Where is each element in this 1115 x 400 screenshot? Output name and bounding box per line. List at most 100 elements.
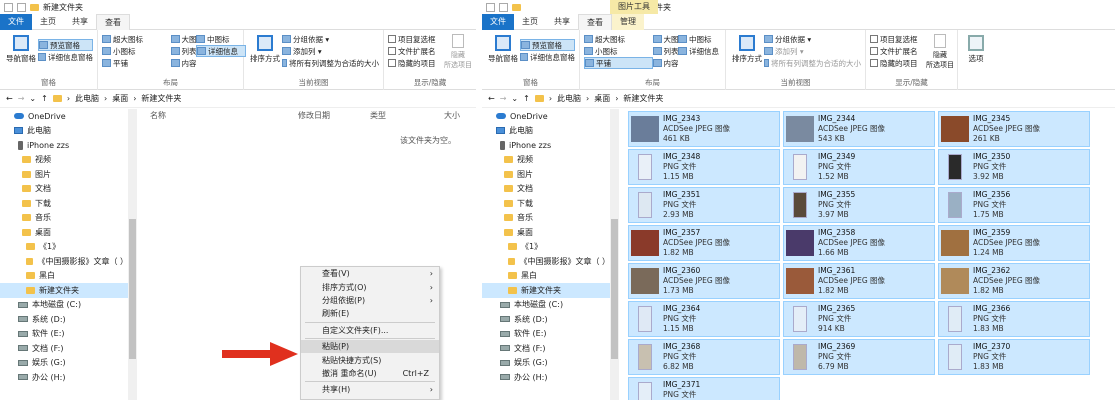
nav-item[interactable]: 下载 xyxy=(0,196,128,211)
nav-item[interactable]: 此电脑 xyxy=(482,124,610,139)
nav-item[interactable]: 软件 (E:) xyxy=(0,327,128,342)
file-tile[interactable]: IMG_2364 PNG 文件 1.15 MB xyxy=(628,301,780,337)
context-menu-item[interactable]: 查看(V) › xyxy=(301,267,439,280)
nav-item[interactable]: 办公 (H:) xyxy=(482,370,610,385)
nav-item[interactable]: 办公 (H:) xyxy=(0,370,128,385)
tab-file[interactable]: 文件 xyxy=(482,13,514,30)
up-icon[interactable]: ↑ xyxy=(41,94,48,103)
file-tile[interactable]: IMG_2345 ACDSee JPEG 图像 261 KB xyxy=(938,111,1090,147)
tab-file[interactable]: 文件 xyxy=(0,13,32,30)
nav-item[interactable]: 桌面 xyxy=(482,225,610,240)
nav-item[interactable]: 系统 (D:) xyxy=(482,312,610,327)
nav-item[interactable]: 《1》 xyxy=(482,240,610,255)
nav-item[interactable]: 本地磁盘 (C:) xyxy=(0,298,128,313)
file-tile[interactable]: IMG_2355 PNG 文件 3.97 MB xyxy=(783,187,935,223)
context-menu-item[interactable]: 共享(H) › xyxy=(301,383,439,396)
context-menu-item[interactable]: 刷新(E) xyxy=(301,307,439,320)
file-tile[interactable]: IMG_2368 PNG 文件 6.82 MB xyxy=(628,339,780,375)
layout-content[interactable]: 内容 xyxy=(170,57,240,69)
group-by-button[interactable]: 分组依据 ▾ xyxy=(282,33,379,45)
nav-item[interactable]: 视频 xyxy=(482,153,610,168)
hide-selected-button[interactable]: 隐藏 所选项目 xyxy=(926,34,954,70)
layout-small-icons[interactable]: 小图标 xyxy=(584,45,653,57)
layout-tiles[interactable]: 平铺 xyxy=(584,57,653,69)
sort-button[interactable]: 排序方式 xyxy=(248,33,282,64)
tab-home[interactable]: 主页 xyxy=(514,14,546,30)
column-date[interactable]: 修改日期 xyxy=(298,110,370,121)
back-icon[interactable]: ← xyxy=(488,94,495,103)
context-menu-item[interactable]: 分组依据(P) › xyxy=(301,294,439,307)
nav-scrollbar[interactable] xyxy=(128,109,137,400)
checkmark-icon[interactable] xyxy=(17,2,26,12)
nav-item[interactable]: OneDrive xyxy=(482,109,610,124)
nav-item[interactable]: 新建文件夹 xyxy=(482,283,610,298)
forward-icon[interactable]: → xyxy=(500,94,507,103)
nav-pane-button[interactable]: 导航窗格 xyxy=(4,33,38,64)
layout-medium-icons-btn[interactable]: 中图标 xyxy=(678,33,728,45)
details-pane-button[interactable]: 详细信息窗格 xyxy=(520,51,575,63)
checkmark-icon[interactable] xyxy=(499,2,508,12)
file-tile[interactable]: IMG_2356 PNG 文件 1.75 MB xyxy=(938,187,1090,223)
file-tile[interactable]: IMG_2365 PNG 文件 914 KB xyxy=(783,301,935,337)
address-bar[interactable]: ← → ⌄ ↑ › 此电脑 › 桌面 › 新建文件夹 xyxy=(482,90,1115,108)
nav-item[interactable]: 此电脑 xyxy=(0,124,128,139)
nav-item[interactable]: 文档 xyxy=(482,182,610,197)
nav-item[interactable]: 文档 (F:) xyxy=(0,341,128,356)
nav-item[interactable]: 娱乐 (G:) xyxy=(0,356,128,371)
nav-item[interactable]: 桌面 xyxy=(0,225,128,240)
file-tile[interactable]: IMG_2362 ACDSee JPEG 图像 1.82 MB xyxy=(938,263,1090,299)
sort-button[interactable]: 排序方式 xyxy=(730,33,764,64)
breadcrumb-desktop[interactable]: 桌面 xyxy=(594,93,610,104)
breadcrumb-new-folder[interactable]: 新建文件夹 xyxy=(623,93,663,104)
quick-access-icon[interactable] xyxy=(4,2,13,12)
nav-item[interactable]: 下载 xyxy=(482,196,610,211)
file-tile[interactable]: IMG_2366 PNG 文件 1.83 MB xyxy=(938,301,1090,337)
context-menu-item[interactable]: 自定义文件夹(F)... xyxy=(301,324,439,337)
layout-tiles[interactable]: 平铺 xyxy=(102,57,171,69)
nav-item[interactable]: 本地磁盘 (C:) xyxy=(482,298,610,313)
nav-item[interactable]: 新建文件夹 xyxy=(0,283,128,298)
nav-item[interactable]: 黑白 xyxy=(0,269,128,284)
nav-item[interactable]: OneDrive xyxy=(0,109,128,124)
size-columns-button[interactable]: 将所有列调整为合适的大小 xyxy=(282,57,379,69)
file-tile[interactable]: IMG_2360 ACDSee JPEG 图像 1.73 MB xyxy=(628,263,780,299)
scrollbar-thumb[interactable] xyxy=(129,219,136,359)
file-tile[interactable]: IMG_2349 PNG 文件 1.52 MB xyxy=(783,149,935,185)
nav-item[interactable]: 图片 xyxy=(482,167,610,182)
file-tile[interactable]: IMG_2361 ACDSee JPEG 图像 1.82 MB xyxy=(783,263,935,299)
nav-item[interactable]: 软件 (E:) xyxy=(482,327,610,342)
file-tile[interactable]: IMG_2358 ACDSee JPEG 图像 1.66 MB xyxy=(783,225,935,261)
nav-scrollbar[interactable] xyxy=(610,109,619,400)
file-tile[interactable]: IMG_2369 PNG 文件 6.79 MB xyxy=(783,339,935,375)
options-button[interactable]: 选项 xyxy=(962,33,990,64)
context-menu-item[interactable]: 排序方式(O) › xyxy=(301,280,439,293)
scrollbar-thumb[interactable] xyxy=(611,219,618,359)
nav-item[interactable]: 文档 xyxy=(0,182,128,197)
file-tile[interactable]: IMG_2343 ACDSee JPEG 图像 461 KB xyxy=(628,111,780,147)
tab-view[interactable]: 查看 xyxy=(578,13,612,30)
nav-item[interactable]: 图片 xyxy=(0,167,128,182)
layout-details[interactable]: 详细信息 xyxy=(678,45,728,57)
breadcrumb-this-pc[interactable]: 此电脑 xyxy=(75,93,99,104)
layout-xl-icons[interactable]: 超大图标 xyxy=(584,33,653,45)
layout-xl-icons[interactable]: 超大图标 xyxy=(102,33,171,45)
file-tile[interactable]: IMG_2348 PNG 文件 1.15 MB xyxy=(628,149,780,185)
file-tile[interactable]: IMG_2351 PNG 文件 2.93 MB xyxy=(628,187,780,223)
context-menu-item[interactable]: 撤消 重命名(U) Ctrl+Z xyxy=(301,367,439,380)
layout-details[interactable]: 详细信息 xyxy=(196,45,246,57)
quick-access-icon[interactable] xyxy=(486,2,495,12)
hide-selected-button[interactable]: 隐藏 所选项目 xyxy=(444,34,472,70)
forward-icon[interactable]: → xyxy=(18,94,25,103)
tab-manage[interactable]: 管理 xyxy=(612,13,644,30)
nav-item[interactable]: 音乐 xyxy=(0,211,128,226)
up-icon[interactable]: ↑ xyxy=(523,94,530,103)
nav-item[interactable]: 《中国摄影报》文章（ ） xyxy=(0,254,128,269)
breadcrumb-new-folder[interactable]: 新建文件夹 xyxy=(141,93,181,104)
recent-icon[interactable]: ⌄ xyxy=(511,94,518,103)
nav-item[interactable]: 《1》 xyxy=(0,240,128,255)
layout-medium-icons-btn[interactable]: 中图标 xyxy=(196,33,246,45)
layout-content[interactable]: 内容 xyxy=(652,57,722,69)
recent-icon[interactable]: ⌄ xyxy=(29,94,36,103)
size-columns-button[interactable]: 将所有列调整为合适的大小 xyxy=(764,57,861,69)
details-pane-button[interactable]: 详细信息窗格 xyxy=(38,51,93,63)
